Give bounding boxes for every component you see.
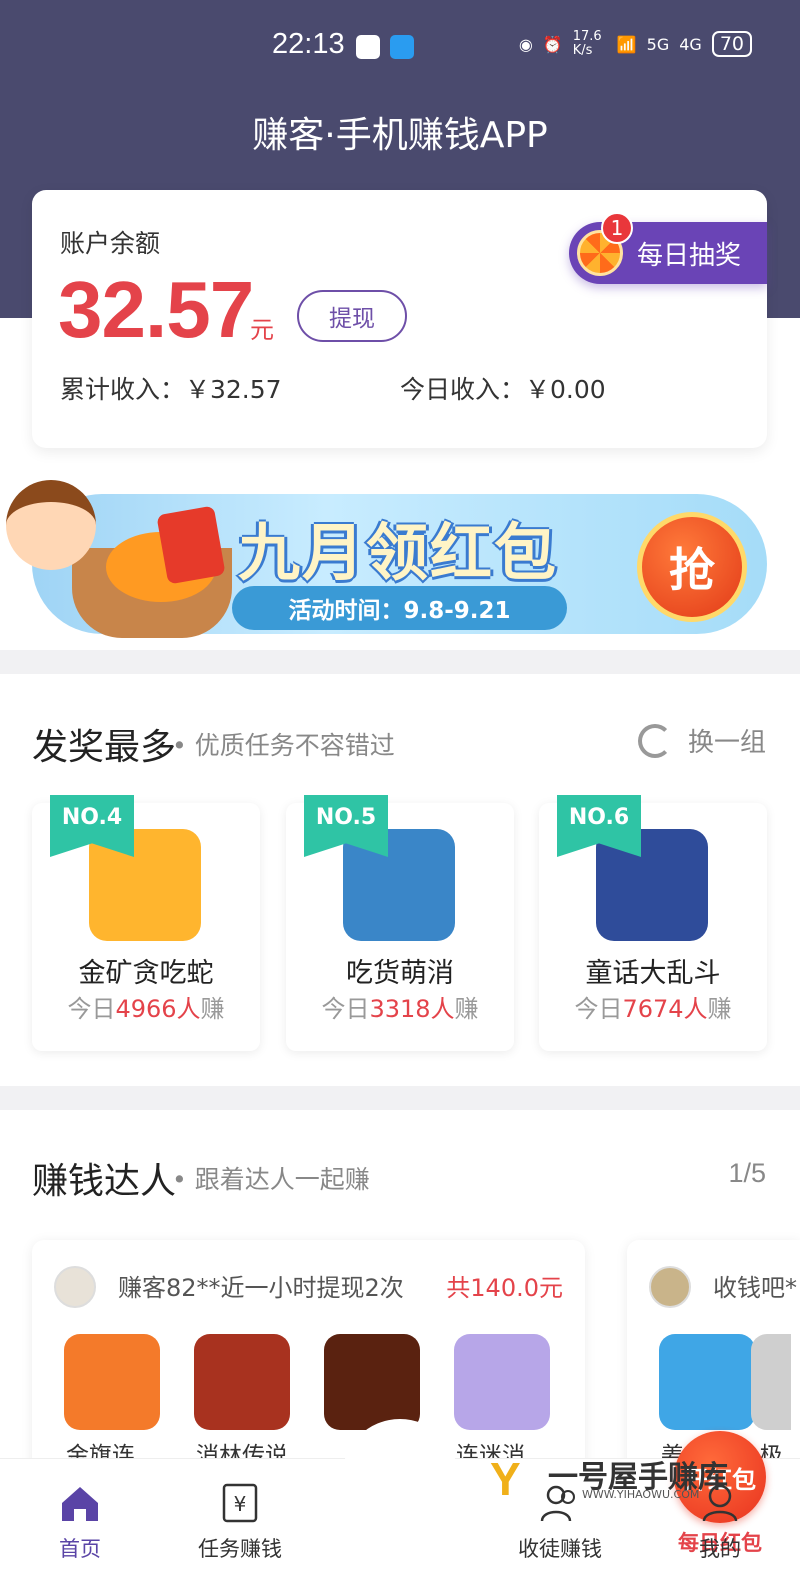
game-name: 金矿贪吃蛇 bbox=[78, 958, 214, 989]
balance-amount: 32.57 bbox=[58, 265, 254, 354]
tab-daily-redpacket[interactable]: 开红包 每日红包 bbox=[320, 1431, 766, 1569]
status-bar: 22:13 ◉ ⏰ 17.6 K/s 📶 5G 4G 70 bbox=[0, 26, 800, 68]
balance-label: 账户余额 bbox=[60, 229, 161, 258]
balance-unit: 元 bbox=[250, 316, 274, 344]
expert-text: 赚客82**近一小时提现2次 bbox=[118, 1274, 404, 1302]
expert-game[interactable]: 连迷消… bbox=[452, 1334, 552, 1470]
svg-text:¥: ¥ bbox=[234, 1492, 247, 1516]
game-icon bbox=[194, 1334, 290, 1430]
alarm-icon: ⏰ bbox=[542, 34, 563, 54]
experts-title: 赚钱达人 bbox=[32, 1161, 177, 1202]
message-app-icon bbox=[390, 35, 414, 59]
tab-label: 首页 bbox=[59, 1537, 101, 1561]
tab-label: 我的 bbox=[699, 1537, 741, 1561]
game-name: 吃货萌消 bbox=[346, 958, 454, 989]
home-icon bbox=[62, 1487, 98, 1521]
avatar bbox=[649, 1266, 691, 1308]
status-indicators: ◉ ⏰ 17.6 K/s 📶 5G 4G 70 bbox=[519, 30, 752, 58]
account-card: 账户余额 32.57 元 提现 累计收入：￥32.57 今日收入：￥0.00 1… bbox=[32, 190, 767, 448]
sim1-signal: 5G bbox=[646, 34, 670, 54]
watermark: Y 一号屋手赚库 WWW.YIHAOWU.COM bbox=[490, 1452, 740, 1512]
avatar bbox=[54, 1266, 96, 1308]
expert-card[interactable]: 赚客82**近一小时提现2次 共140.0元 金旗连… 消林传说 开 连迷消… bbox=[32, 1240, 585, 1480]
withdraw-button[interactable]: 提现 bbox=[297, 290, 407, 342]
game-stat: 今日7674人赚 bbox=[574, 995, 732, 1023]
top-rewards-title: 发奖最多 bbox=[32, 727, 177, 768]
game-stat: 今日4966人赚 bbox=[67, 995, 225, 1023]
tab-label: 收徒赚钱 bbox=[518, 1537, 602, 1561]
expert-total: 共140.0元 bbox=[446, 1274, 563, 1302]
app-title: 赚客·手机赚钱APP bbox=[252, 115, 548, 156]
eye-icon: ◉ bbox=[518, 34, 533, 54]
game-icon bbox=[64, 1334, 160, 1430]
lottery-badge: 1 bbox=[601, 212, 633, 244]
expert-text: 收钱吧* bbox=[713, 1274, 797, 1302]
refresh-label: 换一组 bbox=[687, 728, 766, 758]
tab-home[interactable]: 首页 bbox=[0, 1459, 160, 1569]
expert-game[interactable]: 金旗连… bbox=[62, 1334, 162, 1470]
game-icon bbox=[454, 1334, 550, 1430]
banner-title: 九月领红包 bbox=[238, 516, 559, 589]
watermark-logo-icon: Y bbox=[490, 1453, 521, 1505]
game-card[interactable]: NO.4 金矿贪吃蛇 今日4966人赚 bbox=[32, 795, 260, 1051]
grab-button[interactable]: 抢 bbox=[637, 512, 747, 622]
game-stat: 今日3318人赚 bbox=[321, 995, 479, 1023]
tab-label: 任务赚钱 bbox=[198, 1537, 282, 1561]
status-time: 22:13 bbox=[272, 28, 345, 60]
daily-lottery-button[interactable]: 1 每日抽奖 bbox=[569, 212, 767, 284]
experts-subtitle: • 跟着达人一起赚 bbox=[172, 1165, 370, 1194]
game-icon bbox=[659, 1334, 755, 1430]
game-name: 童话大乱斗 bbox=[585, 958, 721, 989]
game-icon bbox=[324, 1334, 420, 1430]
red-envelope-illustration bbox=[156, 505, 226, 585]
net-speed: 17.6 K/s bbox=[572, 29, 602, 58]
wifi-icon: 📶 bbox=[616, 34, 637, 54]
kid-illustration bbox=[6, 480, 96, 570]
battery-indicator: 70 bbox=[711, 31, 752, 57]
section-divider bbox=[0, 1086, 800, 1110]
top-rewards-subtitle: • 优质任务不容错过 bbox=[172, 731, 395, 760]
lottery-label: 每日抽奖 bbox=[637, 240, 742, 271]
task-money-icon: ¥ bbox=[222, 1483, 258, 1523]
expert-game[interactable]: 消林传说 bbox=[192, 1334, 292, 1470]
tab-tasks[interactable]: ¥ 任务赚钱 bbox=[160, 1459, 320, 1569]
game-card[interactable]: NO.6 童话大乱斗 今日7674人赚 bbox=[539, 795, 767, 1051]
total-income: 累计收入：￥32.57 bbox=[60, 375, 282, 404]
refresh-icon bbox=[637, 723, 672, 758]
game-card[interactable]: NO.5 吃货萌消 今日3318人赚 bbox=[286, 795, 514, 1051]
today-income: 今日收入：￥0.00 bbox=[400, 375, 606, 404]
refresh-button[interactable]: 换一组 bbox=[637, 722, 766, 759]
watermark-url: WWW.YIHAOWU.COM bbox=[582, 1488, 700, 1501]
experts-page-indicator: 1/5 bbox=[728, 1158, 766, 1188]
promo-banner[interactable]: 九月领红包 活动时间：9.8-9.21 抢 bbox=[6, 480, 767, 638]
shield-app-icon bbox=[356, 35, 380, 59]
banner-period: 活动时间：9.8-9.21 bbox=[232, 586, 567, 630]
game-icon bbox=[751, 1334, 791, 1430]
section-divider bbox=[0, 650, 800, 674]
sim2-signal: 4G bbox=[679, 34, 702, 54]
